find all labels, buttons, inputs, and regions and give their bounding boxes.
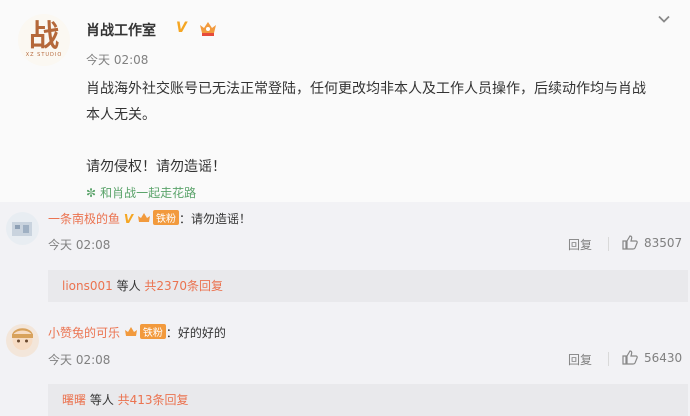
like-button[interactable]: 83507 xyxy=(622,235,682,250)
sub-replies-bar[interactable]: lions001 等人 共2370条回复 xyxy=(48,270,688,302)
comment-row-1-header: 一条南极的鱼 V 铁粉 ：请勿造谣！ xyxy=(48,210,251,227)
comment-time: 今天 02:08 xyxy=(48,238,111,252)
sub-replies-bar[interactable]: 曙曙 等人 共413条回复 xyxy=(48,384,688,416)
sub-reply-count[interactable]: 共413条回复 xyxy=(118,393,189,407)
sub-reply-user[interactable]: lions001 xyxy=(62,279,113,293)
author-name[interactable]: 肖战工作室 xyxy=(86,20,156,40)
sub-reply-user[interactable]: 曙曙 xyxy=(62,393,86,407)
action-divider xyxy=(608,352,609,366)
thumbs-up-icon xyxy=(622,235,638,250)
verified-badge: V xyxy=(123,212,134,226)
post-content: 肖战海外社交账号已无法正常登陆，任何更改均非本人及工作人员操作，后续动作均与肖战… xyxy=(86,76,646,180)
fan-badge: 铁粉 xyxy=(152,210,179,225)
avatar-image xyxy=(6,212,39,245)
topic-link[interactable]: ✼ 和肖战一起走花路 xyxy=(86,184,196,201)
author-avatar[interactable]: 战 XZ STUDIO xyxy=(18,14,70,66)
verified-badge: V xyxy=(176,20,187,36)
like-count: 83507 xyxy=(644,235,683,250)
sub-reply-middle: 等人 xyxy=(86,393,118,407)
comment-text: ：请勿造谣！ xyxy=(178,212,251,226)
topic-label: 和肖战一起走花路 xyxy=(100,186,197,200)
comment-text: ：好的好的 xyxy=(165,326,226,340)
commenter-avatar[interactable] xyxy=(6,324,39,357)
like-button[interactable]: 56430 xyxy=(622,350,682,365)
flower-icon: ✼ xyxy=(86,186,97,200)
vip-crown-icon xyxy=(137,213,150,222)
post-paragraph: 肖战海外社交账号已无法正常登陆，任何更改均非本人及工作人员操作，后续动作均与肖战… xyxy=(86,81,646,123)
chevron-down-icon[interactable] xyxy=(657,12,671,26)
commenter-name[interactable]: 小赞兔的可乐 xyxy=(48,326,120,340)
post-time: 今天 02:08 xyxy=(86,53,149,67)
fan-badge: 铁粉 xyxy=(139,324,166,339)
vip-crown-icon xyxy=(124,327,137,336)
logo-glyph: 战 xyxy=(29,19,59,54)
sub-reply-middle: 等人 xyxy=(112,279,145,293)
comment-row-2-header: 小赞兔的可乐 铁粉 ：好的好的 xyxy=(48,324,226,341)
weibo-post: 战 XZ STUDIO 肖战工作室 V 今天 02:08 肖战海外社交账号已无法… xyxy=(0,0,690,202)
comment-time: 今天 02:08 xyxy=(48,353,111,367)
action-divider xyxy=(608,237,609,251)
comment-list: 一条南极的鱼 V 铁粉 ：请勿造谣！ 今天 02:08 回复 83507 lion… xyxy=(0,202,690,416)
commenter-name[interactable]: 一条南极的鱼 xyxy=(48,212,120,226)
post-paragraph: 请勿侵权！请勿造谣！ xyxy=(86,159,226,175)
like-count: 56430 xyxy=(644,350,683,365)
reply-button[interactable]: 回复 xyxy=(568,236,592,253)
commenter-avatar[interactable] xyxy=(6,212,39,245)
logo-subtext: XZ STUDIO xyxy=(25,52,63,58)
thumbs-up-icon xyxy=(622,350,638,365)
avatar-image xyxy=(6,324,39,357)
vip-crown-icon xyxy=(200,22,216,36)
sub-reply-count[interactable]: 共2370条回复 xyxy=(144,279,223,293)
reply-button[interactable]: 回复 xyxy=(568,351,592,368)
